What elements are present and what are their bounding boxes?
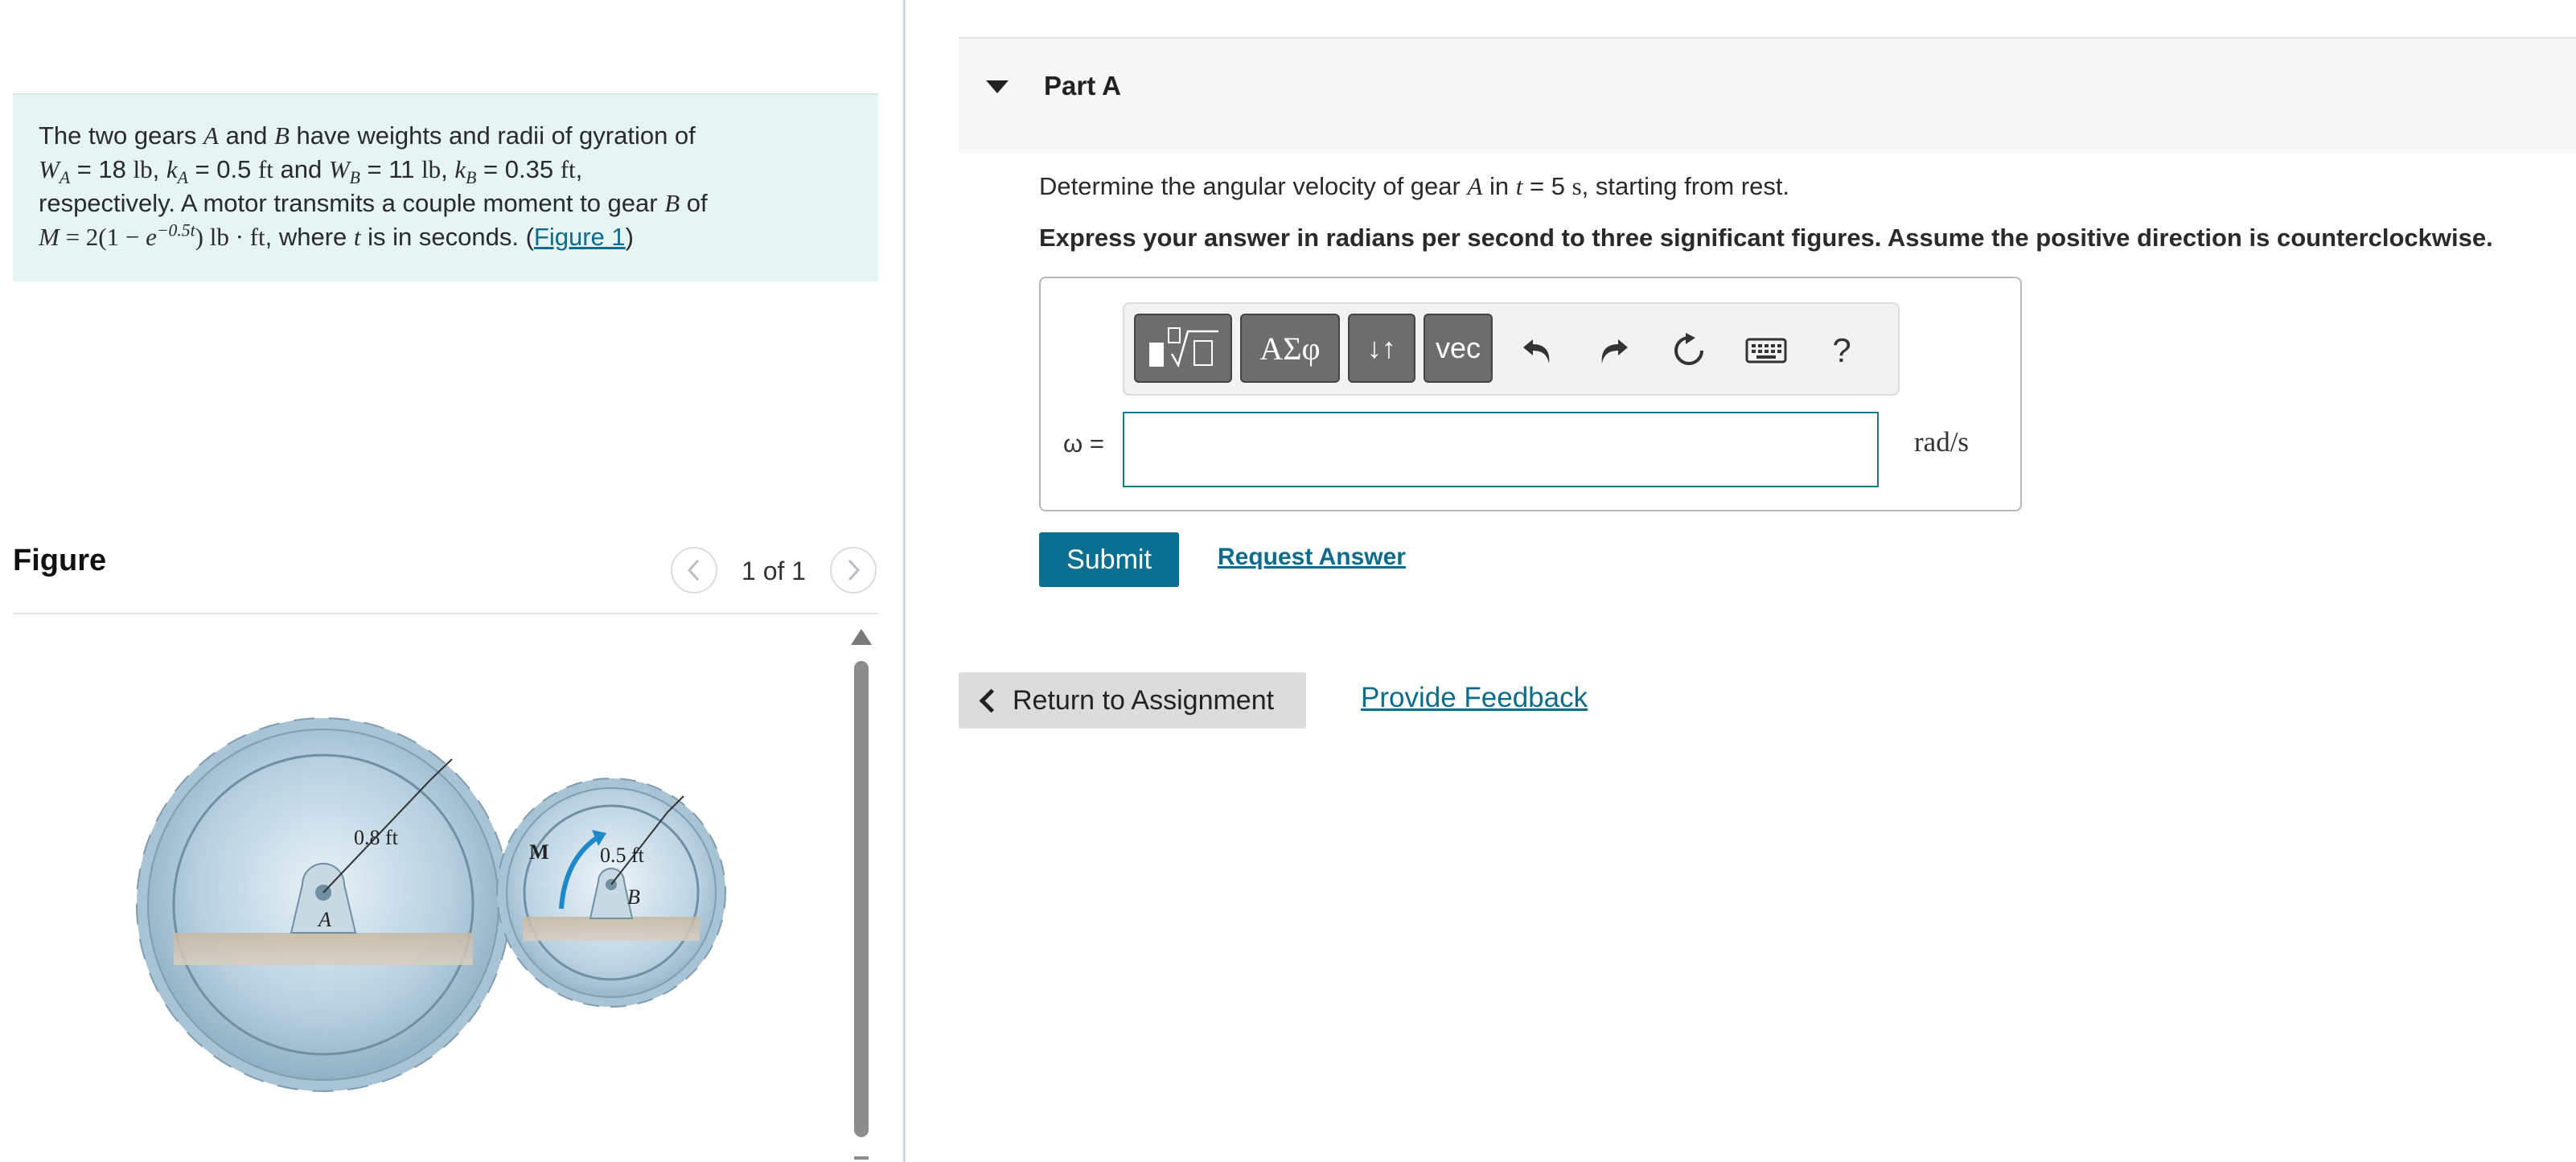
scrollbar-track — [854, 1156, 869, 1160]
problem-text: and — [218, 121, 274, 150]
math-symbol: W — [39, 155, 60, 183]
problem-text: = 0.35 — [476, 155, 561, 183]
math-symbol: t — [353, 223, 361, 251]
gear-a — [136, 717, 511, 1092]
scroll-up-arrow[interactable] — [851, 629, 872, 645]
question-segment: in — [1482, 172, 1516, 200]
reset-icon — [1674, 333, 1703, 365]
answer-unit: rad/s — [1914, 426, 1970, 458]
math-symbol: B — [664, 189, 680, 217]
math-exponent: −0.5t — [156, 220, 195, 240]
answer-variable-label: ω = — [1063, 429, 1104, 458]
panel-divider-line — [904, 0, 905, 1162]
answer-instruction: Express your answer in radians per secon… — [1039, 224, 2493, 252]
figure-label-a: A — [317, 908, 331, 931]
figure-scrollbar-thumb[interactable] — [854, 661, 869, 1137]
left-panel: The two gears A and B have weights and r… — [0, 0, 901, 1162]
undo-icon — [1523, 339, 1550, 363]
figure-counter: 1 of 1 — [742, 556, 807, 585]
math-unit: lb · ft — [209, 223, 265, 251]
question-segment: = 5 — [1522, 172, 1572, 200]
problem-text: , — [575, 155, 583, 183]
question-text: Determine the angular velocity of gear A… — [1039, 172, 1789, 201]
subscript-superscript-button[interactable]: ↓↑ — [1348, 314, 1415, 383]
request-answer-link[interactable]: Request Answer — [1218, 544, 1406, 571]
math-symbol: k — [454, 155, 466, 183]
keyboard-button[interactable] — [1742, 326, 1790, 375]
gear-b — [496, 778, 726, 1008]
math-symbol: M — [39, 223, 60, 251]
problem-text: of — [680, 189, 708, 217]
undo-button[interactable] — [1514, 326, 1562, 375]
figure-label-moment: M — [529, 840, 549, 864]
math-symbol: B — [273, 121, 290, 150]
problem-text: = 0.5 — [187, 155, 258, 183]
greek-symbols-button[interactable]: ΑΣφ — [1240, 314, 1340, 383]
answer-input[interactable] — [1123, 412, 1879, 487]
problem-text: , — [152, 155, 166, 183]
math-symbol: e — [146, 223, 157, 251]
problem-text: ) — [625, 223, 634, 251]
templates-button[interactable] — [1134, 314, 1232, 383]
part-title: Part A — [1044, 71, 1121, 101]
next-figure-button[interactable] — [830, 547, 877, 593]
part-a-header[interactable]: Part A — [959, 37, 2576, 153]
chevron-left-icon — [979, 688, 1004, 712]
provide-feedback-link[interactable]: Provide Feedback — [1361, 682, 1588, 714]
keyboard-icon — [1745, 338, 1787, 363]
figure-label-b: B — [627, 885, 640, 909]
math-unit: lb — [133, 155, 153, 183]
math-unit: ft — [560, 155, 576, 183]
math-subscript: B — [349, 168, 360, 188]
fraction-root-template-icon — [1149, 327, 1218, 368]
question-segment: Determine the angular velocity of gear — [1039, 172, 1468, 200]
math-expression: = 2(1 − — [59, 223, 146, 251]
figure-divider — [13, 613, 878, 614]
math-expression: ) — [195, 223, 210, 251]
figure-label-radius-a: 0.8 ft — [354, 826, 399, 849]
math-symbol: k — [166, 155, 178, 183]
vector-button[interactable]: vec — [1424, 314, 1493, 383]
problem-text: and — [273, 155, 329, 183]
math-subscript: A — [59, 168, 71, 188]
math-symbol: A — [1467, 172, 1483, 200]
math-unit: s — [1571, 172, 1582, 200]
problem-text: = 11 — [359, 155, 422, 183]
math-unit: lb — [421, 155, 442, 183]
chevron-right-icon — [848, 559, 861, 581]
problem-text: The two gears — [39, 121, 204, 150]
chevron-left-icon — [687, 559, 700, 581]
return-to-assignment-button[interactable]: Return to Assignment — [959, 672, 1306, 729]
gear-figure: 0.8 ft 0.5 ft M A B — [136, 717, 726, 1092]
figure-label-radius-b: 0.5 ft — [600, 844, 645, 867]
help-button[interactable]: ? — [1818, 326, 1866, 375]
math-symbol: W — [328, 155, 350, 183]
figure-title: Figure — [13, 544, 107, 577]
problem-text: , where — [265, 223, 354, 251]
figure-link[interactable]: Figure 1 — [534, 223, 626, 251]
redo-icon — [1601, 339, 1628, 363]
submit-button[interactable]: Submit — [1039, 532, 1179, 587]
redo-button[interactable] — [1589, 326, 1637, 375]
question-segment: , starting from rest. — [1581, 172, 1790, 200]
reset-button[interactable] — [1665, 326, 1713, 375]
problem-text: is in seconds. ( — [360, 223, 534, 251]
math-subscript: A — [177, 168, 188, 188]
answer-panel: ΑΣφ ↓↑ vec ? ω = rad/s — [1039, 277, 2022, 511]
problem-text: have weights and radii of gyration of — [289, 121, 696, 150]
problem-statement: The two gears A and B have weights and r… — [13, 93, 878, 281]
return-label: Return to Assignment — [1013, 684, 1275, 716]
collapse-triangle-icon[interactable] — [986, 80, 1009, 93]
math-unit: ft — [257, 155, 273, 183]
math-toolbar: ΑΣφ ↓↑ vec ? — [1123, 302, 1900, 396]
previous-figure-button[interactable] — [671, 547, 717, 593]
problem-text: respectively. A motor transmits a couple… — [39, 189, 665, 217]
math-subscript: B — [466, 168, 477, 188]
problem-text: = 18 — [70, 155, 134, 183]
math-symbol: A — [203, 121, 219, 150]
problem-text: , — [441, 155, 455, 183]
